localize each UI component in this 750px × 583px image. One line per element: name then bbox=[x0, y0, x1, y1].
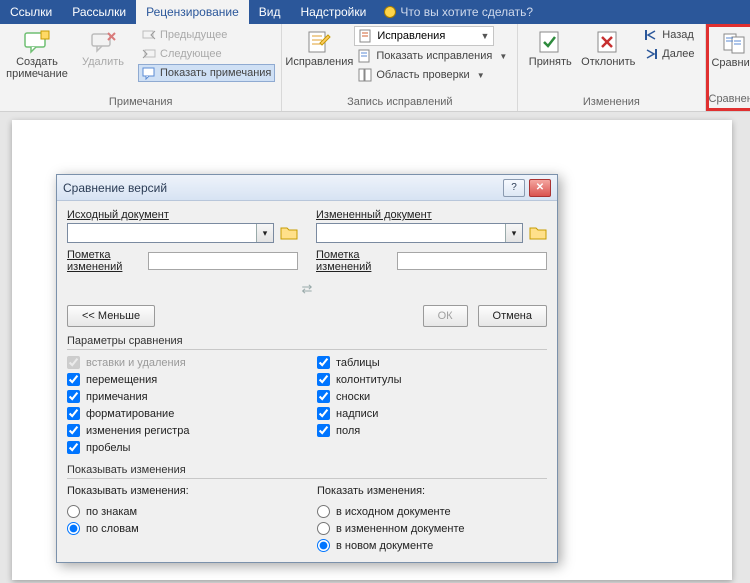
show-comments-button[interactable]: Показать примечания bbox=[138, 64, 275, 82]
swap-button[interactable]: ⇄ bbox=[67, 281, 547, 297]
chevron-down-icon: ▾ bbox=[505, 224, 522, 242]
prev-comment-button[interactable]: Предыдущее bbox=[138, 26, 275, 44]
compare-dialog: Сравнение версий ? ✕ Исходный документ ▾… bbox=[56, 174, 558, 563]
group-compare-label: Сравнение bbox=[709, 91, 750, 108]
show-right-head: Показать изменения: bbox=[317, 485, 547, 497]
reject-button[interactable]: Отклонить bbox=[580, 26, 636, 94]
ribbon: Создать примечание Удалить Предыдущее Сл… bbox=[0, 24, 750, 112]
reviewing-pane-button[interactable]: Область проверки ▼ bbox=[354, 66, 511, 84]
compare-icon bbox=[722, 31, 750, 55]
rb-in-revised[interactable]: в измененном документе bbox=[317, 522, 547, 535]
new-comment-button[interactable]: Создать примечание bbox=[6, 26, 68, 94]
reviewing-pane-icon bbox=[358, 68, 372, 82]
group-comments: Создать примечание Удалить Предыдущее Сл… bbox=[0, 24, 282, 111]
show-comments-icon bbox=[142, 66, 156, 80]
tab-addins[interactable]: Надстройки bbox=[291, 0, 377, 24]
tab-links[interactable]: Ссылки bbox=[0, 0, 62, 24]
close-button[interactable]: ✕ bbox=[529, 179, 551, 197]
help-button[interactable]: ? bbox=[503, 179, 525, 197]
cb-footnotes[interactable]: сноски bbox=[317, 390, 547, 403]
original-doc-combo[interactable]: ▾ bbox=[67, 223, 274, 243]
rb-in-original[interactable]: в исходном документе bbox=[317, 505, 547, 518]
accept-icon bbox=[536, 30, 564, 54]
close-icon: ✕ bbox=[536, 182, 544, 193]
tab-mailings[interactable]: Рассылки bbox=[62, 0, 136, 24]
delete-comment-button[interactable]: Удалить bbox=[72, 26, 134, 94]
mark-left-label: Пометка изменений bbox=[67, 249, 142, 273]
reject-icon bbox=[594, 30, 622, 54]
bulb-icon bbox=[384, 6, 396, 18]
dialog-title: Сравнение версий bbox=[63, 181, 167, 195]
cancel-button[interactable]: Отмена bbox=[478, 305, 547, 327]
ribbon-tabbar: Ссылки Рассылки Рецензирование Вид Надст… bbox=[0, 0, 750, 24]
ok-button[interactable]: ОК bbox=[423, 305, 468, 327]
tab-review[interactable]: Рецензирование bbox=[136, 0, 249, 24]
rb-in-new[interactable]: в новом документе bbox=[317, 539, 547, 552]
cb-moves[interactable]: перемещения bbox=[67, 373, 297, 386]
previous-change-button[interactable]: Назад bbox=[640, 26, 698, 44]
next-change-button[interactable]: Далее bbox=[640, 45, 698, 63]
show-markup-button[interactable]: Показать исправления ▼ bbox=[354, 47, 511, 65]
chevron-down-icon: ▾ bbox=[256, 224, 273, 242]
group-comments-label: Примечания bbox=[6, 94, 275, 111]
cb-insertions-deletions: вставки и удаления bbox=[67, 356, 297, 369]
next-comment-icon bbox=[142, 47, 156, 61]
tab-view[interactable]: Вид bbox=[249, 0, 291, 24]
group-tracking-label: Запись исправлений bbox=[288, 94, 511, 111]
show-markup-icon bbox=[358, 49, 372, 63]
revised-doc-combo[interactable]: ▾ bbox=[316, 223, 523, 243]
compare-button[interactable]: Сравнить bbox=[711, 27, 750, 91]
browse-original-button[interactable] bbox=[280, 225, 298, 241]
help-icon: ? bbox=[511, 182, 517, 193]
tell-me-label: Что вы хотите сделать? bbox=[400, 5, 533, 19]
arrow-left-icon bbox=[644, 28, 658, 42]
delete-comment-icon bbox=[89, 30, 117, 54]
prev-comment-icon bbox=[142, 28, 156, 42]
cb-formatting[interactable]: форматирование bbox=[67, 407, 297, 420]
mark-left-input[interactable] bbox=[148, 252, 298, 270]
cb-comments[interactable]: примечания bbox=[67, 390, 297, 403]
show-changes-title: Показывать изменения bbox=[67, 464, 547, 479]
show-left-head: Показывать изменения: bbox=[67, 485, 297, 497]
group-changes-label: Изменения bbox=[524, 94, 698, 111]
cb-tables[interactable]: таблицы bbox=[317, 356, 547, 369]
chevron-down-icon: ▼ bbox=[480, 31, 489, 41]
cb-headers[interactable]: колонтитулы bbox=[317, 373, 547, 386]
group-tracking: Исправления Исправления ▼ Показать испра… bbox=[282, 24, 518, 111]
less-button[interactable]: << Меньше bbox=[67, 305, 155, 327]
track-changes-button[interactable]: Исправления bbox=[288, 26, 350, 94]
cb-whitespace[interactable]: пробелы bbox=[67, 441, 297, 454]
next-comment-button[interactable]: Следующее bbox=[138, 45, 275, 63]
revised-doc-label: Измененный документ bbox=[316, 209, 547, 221]
group-compare: Сравнить Сравнение bbox=[706, 24, 750, 111]
mark-right-label: Пометка изменений bbox=[316, 249, 391, 273]
cb-case[interactable]: изменения регистра bbox=[67, 424, 297, 437]
chevron-down-icon: ▼ bbox=[477, 71, 485, 80]
track-changes-icon bbox=[305, 30, 333, 54]
dialog-titlebar[interactable]: Сравнение версий ? ✕ bbox=[57, 175, 557, 201]
mark-right-input[interactable] bbox=[397, 252, 547, 270]
browse-revised-button[interactable] bbox=[529, 225, 547, 241]
markup-icon bbox=[359, 29, 373, 43]
group-changes: Принять Отклонить Назад Далее Изменения bbox=[518, 24, 705, 111]
original-doc-label: Исходный документ bbox=[67, 209, 298, 221]
arrow-right-icon bbox=[644, 47, 658, 61]
cb-fields[interactable]: поля bbox=[317, 424, 547, 437]
tell-me-search[interactable]: Что вы хотите сделать? bbox=[376, 0, 541, 24]
accept-button[interactable]: Принять bbox=[524, 26, 576, 94]
display-for-review-combo[interactable]: Исправления ▼ bbox=[354, 26, 494, 46]
rb-by-char[interactable]: по знакам bbox=[67, 505, 297, 518]
rb-by-word[interactable]: по словам bbox=[67, 522, 297, 535]
cb-textboxes[interactable]: надписи bbox=[317, 407, 547, 420]
new-comment-icon bbox=[23, 30, 51, 54]
chevron-down-icon: ▼ bbox=[499, 52, 507, 61]
compare-params-title: Параметры сравнения bbox=[67, 335, 547, 350]
